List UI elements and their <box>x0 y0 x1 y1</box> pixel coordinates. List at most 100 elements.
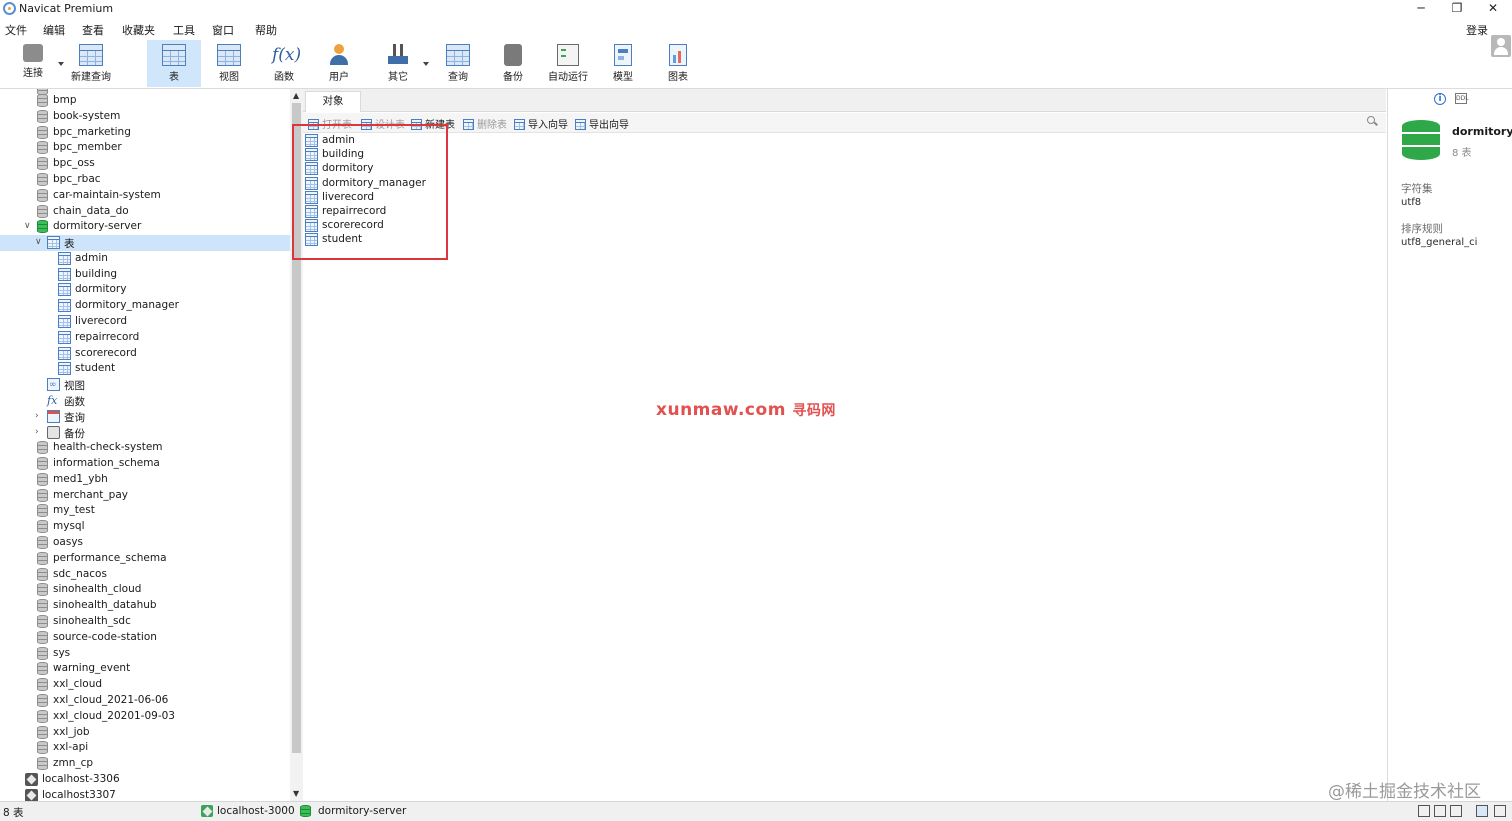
ddl-icon[interactable]: DDL <box>1455 93 1469 104</box>
database-icon <box>37 126 48 139</box>
delete-table-button[interactable]: 删除表 <box>463 116 507 131</box>
connection-tree[interactable]: bmp book-system bpc_marketing bpc_member… <box>0 89 290 801</box>
chart-button[interactable]: 图表 <box>651 40 705 87</box>
tree-item-db[interactable]: bpc_member <box>0 140 290 156</box>
highlight-annotation-box <box>292 124 448 260</box>
search-icon[interactable] <box>1367 116 1378 127</box>
query-button[interactable]: 查询 <box>431 40 485 87</box>
tree-item-table[interactable]: dormitory <box>0 282 290 298</box>
tree-item-db[interactable]: med1_ybh <box>0 472 290 488</box>
charset-value: utf8 <box>1401 197 1422 208</box>
tree-item-queries-node[interactable]: › 查询 <box>0 409 290 425</box>
menu-view[interactable]: 查看 <box>82 22 104 38</box>
backup-icon <box>47 426 60 439</box>
new-query-button[interactable]: 新建查询 <box>64 40 118 87</box>
tree-item-db[interactable]: health-check-system <box>0 440 290 456</box>
tree-item-db[interactable]: book-system <box>0 109 290 125</box>
scroll-up-arrow-icon[interactable]: ▲ <box>293 91 299 100</box>
tree-item-table[interactable]: dormitory_manager <box>0 298 290 314</box>
tree-item-db[interactable]: xxl_cloud <box>0 677 290 693</box>
table-icon <box>58 362 71 375</box>
tree-item-db[interactable]: zmn_cp <box>0 756 290 772</box>
restore-button[interactable]: ❐ <box>1439 0 1475 18</box>
tree-item-db[interactable]: oasys <box>0 535 290 551</box>
tree-item-table[interactable]: repairrecord <box>0 330 290 346</box>
tree-item-db[interactable]: my_test <box>0 503 290 519</box>
tree-item-db[interactable]: performance_schema <box>0 551 290 567</box>
login-link[interactable]: 登录 <box>1466 22 1488 38</box>
other-tools-button[interactable]: 其它 <box>371 40 425 87</box>
tree-item-db[interactable]: sys <box>0 646 290 662</box>
tree-item-db[interactable]: xxl_job <box>0 725 290 741</box>
database-icon <box>37 94 48 107</box>
close-button[interactable]: ✕ <box>1475 0 1511 18</box>
tree-item-connection[interactable]: localhost3307 <box>0 788 290 801</box>
tree-item-backups-node[interactable]: › 备份 <box>0 425 290 441</box>
view-button[interactable]: 视图 <box>202 40 256 87</box>
tree-item-table[interactable]: student <box>0 361 290 377</box>
tree-item-db[interactable]: sdc_nacos <box>0 567 290 583</box>
tree-item-table[interactable]: liverecord <box>0 314 290 330</box>
tree-item-db[interactable]: bpc_oss <box>0 156 290 172</box>
menu-help[interactable]: 帮助 <box>255 22 277 38</box>
tree-item-db[interactable]: bmp <box>0 93 290 109</box>
toggle-preview-icon[interactable] <box>1494 805 1506 817</box>
database-icon <box>37 441 48 454</box>
grid-view-icon[interactable] <box>1418 805 1430 817</box>
list-view-icon[interactable] <box>1434 805 1446 817</box>
scroll-down-arrow-icon[interactable]: ▼ <box>293 789 299 798</box>
tree-item-db[interactable]: car-maintain-system <box>0 188 290 204</box>
chevron-down-icon[interactable]: ∨ <box>35 237 42 247</box>
tree-item-connection[interactable]: localhost-3306 <box>0 772 290 788</box>
tree-item-db[interactable]: bpc_rbac <box>0 172 290 188</box>
tree-item-table[interactable]: building <box>0 267 290 283</box>
tree-item-db[interactable]: xxl-api <box>0 740 290 756</box>
chevron-right-icon[interactable]: › <box>35 427 39 437</box>
tab-objects[interactable]: 对象 <box>305 91 361 112</box>
query-icon <box>47 410 60 423</box>
user-button[interactable]: 用户 <box>312 40 366 87</box>
tree-item-db[interactable]: xxl_cloud_2021-06-06 <box>0 693 290 709</box>
chart-icon <box>669 44 687 66</box>
backup-button[interactable]: 备份 <box>486 40 540 87</box>
connection-button[interactable]: 连接 <box>6 40 60 87</box>
menu-tools[interactable]: 工具 <box>173 22 195 38</box>
tree-item-views-node[interactable]: 视图 <box>0 377 290 393</box>
minimize-button[interactable]: ─ <box>1403 0 1439 18</box>
tree-item-db[interactable]: chain_data_do <box>0 204 290 220</box>
toggle-info-panel-icon[interactable] <box>1476 805 1488 817</box>
tree-item-tables-node[interactable]: ∨ 表 <box>0 235 290 251</box>
menu-file[interactable]: 文件 <box>5 22 27 38</box>
tree-item-db[interactable]: sinohealth_datahub <box>0 598 290 614</box>
detail-view-icon[interactable] <box>1450 805 1462 817</box>
model-button[interactable]: 模型 <box>596 40 650 87</box>
tree-item-db[interactable]: warning_event <box>0 661 290 677</box>
watermark: xunmaw.com 寻码网 <box>656 400 836 420</box>
tree-item-table[interactable]: admin <box>0 251 290 267</box>
tree-item-db[interactable]: sinohealth_sdc <box>0 614 290 630</box>
tree-item-functions-node[interactable]: fx 函数 <box>0 393 290 409</box>
menu-edit[interactable]: 编辑 <box>43 22 65 38</box>
tree-item-db[interactable]: xxl_cloud_20201-09-03 <box>0 709 290 725</box>
other-tools-dropdown-arrow[interactable] <box>423 62 429 66</box>
tree-item-db[interactable]: bpc_marketing <box>0 125 290 141</box>
info-icon[interactable]: i <box>1434 93 1446 105</box>
table-button[interactable]: 表 <box>147 40 201 87</box>
export-wizard-button[interactable]: 导出向导 <box>575 116 629 131</box>
tree-item-db[interactable]: information_schema <box>0 456 290 472</box>
chevron-right-icon[interactable]: › <box>35 411 39 421</box>
import-wizard-button[interactable]: 导入向导 <box>514 116 568 131</box>
function-button[interactable]: f(x) 函数 <box>257 40 311 87</box>
menu-window[interactable]: 窗口 <box>212 22 234 38</box>
tree-item-db[interactable]: sinohealth_cloud <box>0 582 290 598</box>
tree-item-open-db[interactable]: ∨ dormitory-server <box>0 219 290 235</box>
database-icon <box>37 205 48 218</box>
tree-item-db[interactable]: mysql <box>0 519 290 535</box>
automation-button[interactable]: 自动运行 <box>541 40 595 87</box>
chevron-down-icon[interactable]: ∨ <box>24 221 31 231</box>
tree-item-table[interactable]: scorerecord <box>0 346 290 362</box>
tree-item-db[interactable]: source-code-station <box>0 630 290 646</box>
menu-favorites[interactable]: 收藏夹 <box>122 22 155 38</box>
database-icon <box>37 583 48 596</box>
tree-item-db[interactable]: merchant_pay <box>0 488 290 504</box>
